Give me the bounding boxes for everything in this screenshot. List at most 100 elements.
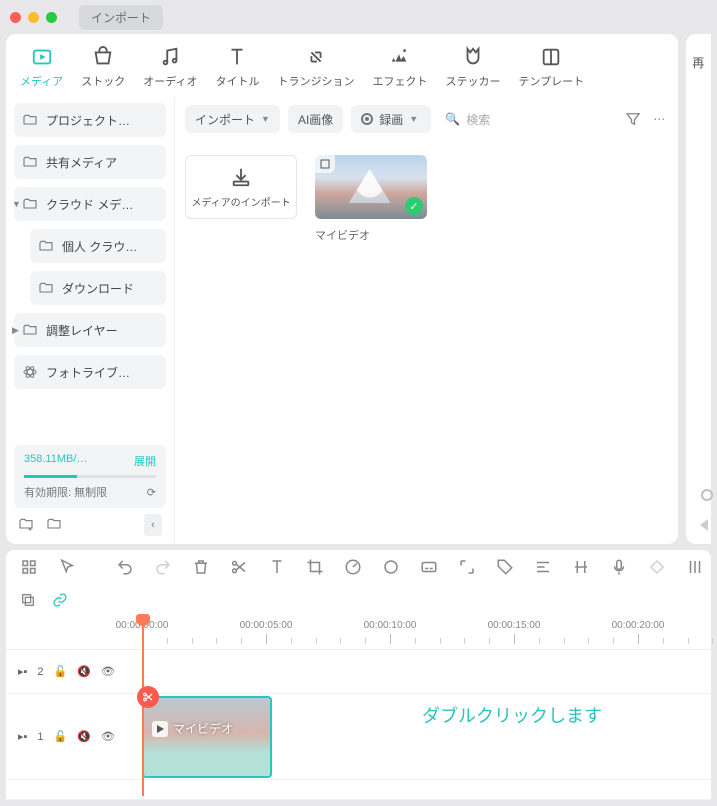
mute-icon[interactable]: 🔇 xyxy=(77,665,91,678)
storage-expand-button[interactable]: 展開 xyxy=(134,453,156,469)
folder-icon xyxy=(38,238,54,254)
ruler-time-label: 00:00:15:00 xyxy=(488,620,541,631)
crop-icon[interactable] xyxy=(306,558,324,579)
mute-icon[interactable]: 🔇 xyxy=(77,730,91,743)
mixer-icon[interactable] xyxy=(686,558,704,579)
sidebar-item-label: クラウド メデ… xyxy=(46,196,158,213)
search-placeholder: 検索 xyxy=(466,111,490,128)
text-icon[interactable] xyxy=(268,558,286,579)
speed-icon[interactable] xyxy=(344,558,362,579)
tab-media[interactable]: メディア xyxy=(12,42,71,97)
circle-icon[interactable] xyxy=(701,489,713,501)
grid-icon[interactable] xyxy=(20,558,38,579)
tab-transition[interactable]: トランジション xyxy=(269,42,362,97)
category-tabs: メディア ストック オーディオ タイトル トランジション エフェクト xyxy=(6,34,678,97)
sidebar-item-label: 調整レイヤー xyxy=(46,322,158,339)
media-sidebar: プロジェクト… 共有メディア ▼ クラウド メデ… 個人 クラウ… xyxy=(6,97,175,544)
align-icon[interactable] xyxy=(534,558,552,579)
track-row-empty[interactable] xyxy=(6,780,711,800)
video-media-card[interactable]: ✓ マイビデオ xyxy=(315,155,427,243)
close-window-icon[interactable] xyxy=(10,12,21,23)
copy-track-icon[interactable] xyxy=(20,592,36,611)
media-grid: メディアのインポート ✓ マイビデオ xyxy=(185,133,668,243)
download-icon xyxy=(230,166,252,188)
split-handle-icon[interactable] xyxy=(137,686,159,708)
transition-icon xyxy=(305,46,327,68)
filter-icon[interactable] xyxy=(624,110,642,128)
subtitle-icon[interactable] xyxy=(420,558,438,579)
sidebar-item-cloud[interactable]: ▼ クラウド メデ… xyxy=(14,187,166,221)
storage-size: 358.11MB/… xyxy=(24,453,87,469)
track-row[interactable]: ▸▪ 1 🔓 🔇 👁 マイビデオ ダブルクリックします xyxy=(6,694,711,780)
card-label: マイビデオ xyxy=(315,219,427,243)
sidebar-item-adjustment[interactable]: ▶ 調整レイヤー xyxy=(14,313,166,347)
tab-title[interactable]: タイトル xyxy=(207,42,267,97)
tab-sticker[interactable]: ステッカー xyxy=(437,42,508,97)
new-bin-icon[interactable] xyxy=(46,516,62,535)
new-folder-icon[interactable] xyxy=(18,516,34,535)
sidebar-item-personal-cloud[interactable]: 個人 クラウ… xyxy=(30,229,166,263)
tab-audio[interactable]: オーディオ xyxy=(135,42,205,97)
sidebar-item-photolib[interactable]: フォトライブ… xyxy=(14,355,166,389)
button-label: 録画 xyxy=(379,111,403,128)
refresh-icon[interactable]: ⟳ xyxy=(147,486,156,499)
collapse-sidebar-button[interactable]: ‹ xyxy=(144,514,162,536)
visibility-icon[interactable]: 👁 xyxy=(101,730,115,743)
track-header: ▸▪ 1 🔓 🔇 👁 xyxy=(6,730,142,743)
tab-label: オーディオ xyxy=(143,73,197,89)
undo-icon[interactable] xyxy=(116,558,134,579)
track-row[interactable]: ▸▪ 2 🔓 🔇 👁 xyxy=(6,650,711,694)
keyframe-icon[interactable] xyxy=(648,558,666,579)
annotation-text: ダブルクリックします xyxy=(422,702,602,728)
expand-icon[interactable] xyxy=(458,558,476,579)
caret-down-icon: ▼ xyxy=(12,199,21,209)
import-menu-button[interactable]: インポート xyxy=(79,5,163,30)
search-input[interactable]: 🔍 検索 xyxy=(439,111,616,128)
timeline-subtoolbar xyxy=(6,586,711,616)
record-dropdown-button[interactable]: 録画 ▼ xyxy=(351,105,431,133)
sidebar-item-download[interactable]: ダウンロード xyxy=(30,271,166,305)
effect-icon xyxy=(389,46,411,68)
sidebar-item-label: 共有メディア xyxy=(46,154,158,171)
color-icon[interactable] xyxy=(382,558,400,579)
minimize-window-icon[interactable] xyxy=(28,12,39,23)
pointer-icon[interactable] xyxy=(58,558,76,579)
sidebar-footer: ‹ xyxy=(14,508,166,538)
sidebar-item-project[interactable]: プロジェクト… xyxy=(14,103,166,137)
sidebar-item-shared[interactable]: 共有メディア xyxy=(14,145,166,179)
play-icon xyxy=(152,721,168,737)
sidebar-item-label: ダウンロード xyxy=(62,280,158,297)
tab-stock[interactable]: ストック xyxy=(73,42,133,97)
tab-label: トランジション xyxy=(277,73,354,89)
ai-image-button[interactable]: AI画像 xyxy=(288,105,343,133)
lock-icon[interactable]: 🔓 xyxy=(54,730,68,743)
lock-icon[interactable]: 🔓 xyxy=(54,665,68,678)
timeline-clip[interactable]: マイビデオ xyxy=(142,696,272,778)
folder-icon xyxy=(22,112,38,128)
titlebar: インポート xyxy=(0,0,717,34)
delete-icon[interactable] xyxy=(192,558,210,579)
bracket-icon[interactable] xyxy=(572,558,590,579)
scissors-icon[interactable] xyxy=(230,558,248,579)
visibility-icon[interactable]: 👁 xyxy=(101,665,115,678)
expand-left-icon[interactable] xyxy=(700,519,708,531)
tab-effect[interactable]: エフェクト xyxy=(364,42,435,97)
tab-template[interactable]: テンプレート xyxy=(510,42,592,97)
voice-icon[interactable] xyxy=(610,558,628,579)
window-controls xyxy=(10,12,57,23)
card-label: メディアのインポート xyxy=(191,194,290,209)
link-icon[interactable] xyxy=(52,592,68,611)
timeline-ruler[interactable]: 00:00:00:0000:00:05:0000:00:10:0000:00:1… xyxy=(6,616,711,650)
template-icon xyxy=(540,46,562,68)
folder-icon xyxy=(22,322,38,338)
more-icon[interactable]: ⋯ xyxy=(650,110,668,128)
sidebar-item-label: 個人 クラウ… xyxy=(62,238,158,255)
tab-label: ステッカー xyxy=(445,73,500,89)
tab-label: エフェクト xyxy=(372,73,427,89)
tag-icon[interactable] xyxy=(496,558,514,579)
maximize-window-icon[interactable] xyxy=(46,12,57,23)
redo-icon[interactable] xyxy=(154,558,172,579)
import-dropdown-button[interactable]: インポート ▼ xyxy=(185,105,280,133)
ruler-time-label: 00:00:10:00 xyxy=(364,620,417,631)
import-media-card[interactable]: メディアのインポート xyxy=(185,155,297,243)
